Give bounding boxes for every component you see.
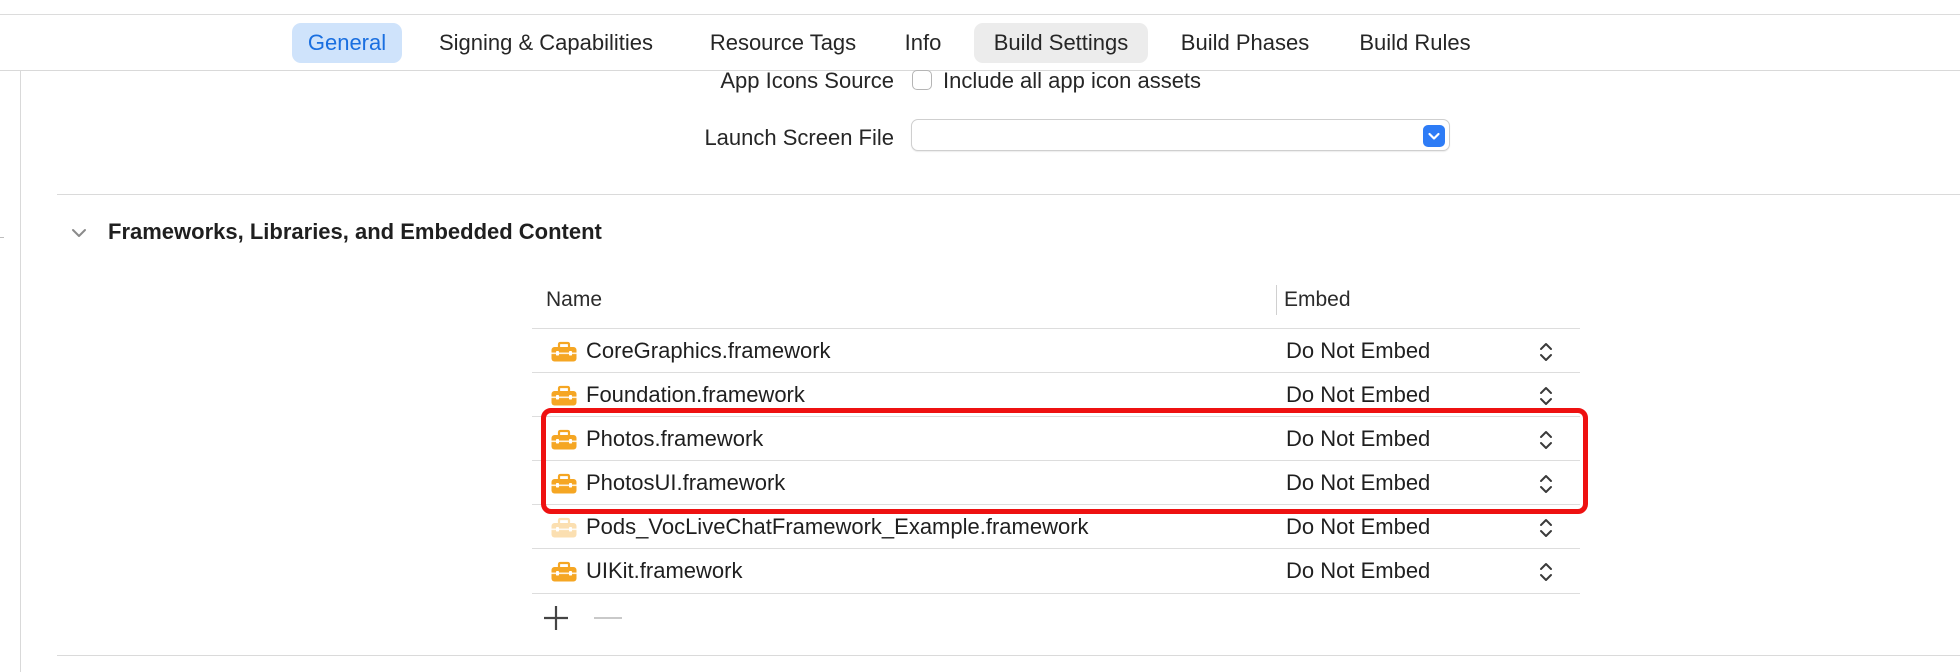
section-disclosure-toggle[interactable] — [68, 222, 90, 249]
table-row-separator — [532, 593, 1580, 594]
framework-name: Foundation.framework — [586, 382, 805, 407]
add-framework-button[interactable] — [541, 603, 571, 638]
tab-build-settings[interactable]: Build Settings — [974, 23, 1148, 63]
launch-screen-file-popup[interactable] — [911, 119, 1450, 151]
embed-popup-value[interactable]: Do Not Embed — [1286, 558, 1430, 584]
sidebar-edge-tick — [0, 237, 4, 238]
embed-popup-value[interactable]: Do Not Embed — [1286, 382, 1430, 408]
chevron-down-icon — [72, 229, 86, 237]
include-app-icons-checkbox[interactable] — [912, 70, 932, 90]
section-divider — [57, 655, 1960, 656]
chevron-down-icon — [1428, 132, 1440, 140]
up-down-chevron-icon[interactable] — [1538, 516, 1554, 545]
column-header-name[interactable]: Name — [546, 288, 602, 312]
tab-signing-capabilities[interactable]: Signing & Capabilities — [420, 23, 672, 63]
framework-name: UIKit.framework — [586, 558, 743, 583]
table-row-separator — [532, 372, 1580, 373]
column-header-embed[interactable]: Embed — [1284, 288, 1351, 312]
app-icons-source-label: App Icons Source — [720, 68, 894, 93]
section-divider — [57, 194, 1960, 195]
tab-build-rules[interactable]: Build Rules — [1344, 23, 1486, 63]
highlight-annotation — [541, 408, 1588, 514]
embed-popup-value[interactable]: Do Not Embed — [1286, 514, 1430, 540]
column-header-separator[interactable] — [1276, 285, 1277, 315]
toolbox-icon — [550, 561, 578, 588]
embed-popup-value[interactable]: Do Not Embed — [1286, 338, 1430, 364]
tab-resource-tags[interactable]: Resource Tags — [694, 23, 872, 63]
table-row[interactable]: CoreGraphics.framework Do Not Embed — [532, 330, 1580, 374]
framework-name: CoreGraphics.framework — [586, 338, 831, 363]
launch-screen-file-label: Launch Screen File — [704, 125, 894, 150]
table-row-separator — [532, 548, 1580, 549]
window-top-edge — [0, 14, 1960, 15]
include-app-icons-label[interactable]: Include all app icon assets — [943, 68, 1201, 94]
toolbox-icon — [550, 341, 578, 368]
remove-framework-button[interactable] — [594, 617, 622, 619]
frameworks-section-title: Frameworks, Libraries, and Embedded Cont… — [108, 219, 602, 244]
tab-general[interactable]: General — [292, 23, 402, 63]
table-row-separator — [532, 328, 1580, 329]
toolbox-icon — [550, 517, 578, 544]
tab-info[interactable]: Info — [890, 23, 956, 63]
up-down-chevron-icon[interactable] — [1538, 340, 1554, 369]
plus-icon — [544, 606, 568, 630]
up-down-chevron-icon[interactable] — [1538, 560, 1554, 589]
table-row[interactable]: UIKit.framework Do Not Embed — [532, 550, 1580, 594]
framework-name: Pods_VocLiveChatFramework_Example.framew… — [586, 514, 1089, 539]
popup-chevron-button[interactable] — [1423, 125, 1445, 147]
tab-build-phases[interactable]: Build Phases — [1166, 23, 1324, 63]
sidebar-divider[interactable] — [20, 71, 21, 672]
